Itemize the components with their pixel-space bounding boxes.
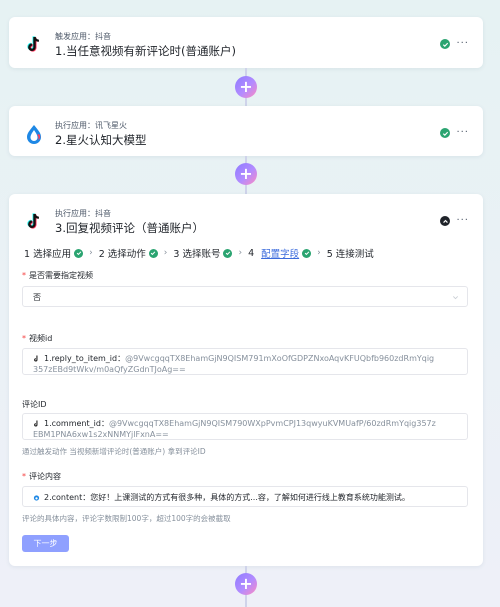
- chevron-right-icon: ›: [317, 248, 321, 258]
- specify-video-select[interactable]: 否: [22, 286, 468, 307]
- tab-label: 1 选择应用: [24, 249, 72, 260]
- success-check-icon: [223, 248, 233, 258]
- comment-content-input[interactable]: 2.content：您好！上课测试的方式有很多种，具体的方式...容，了解如何进…: [22, 486, 468, 507]
- success-check-icon: [440, 39, 451, 49]
- required-mark: *: [22, 334, 26, 343]
- tab-select-account[interactable]: 3 选择账号: [173, 246, 233, 260]
- tab-connection-test[interactable]: 5 连接测试: [327, 246, 374, 260]
- step-header: 执行应用：讯飞星火 2.星火认知大模型: [23, 120, 146, 148]
- tiktok-small-icon: [34, 355, 38, 362]
- tab-label: 2 选择动作: [98, 249, 146, 260]
- chevron-down-icon: [453, 296, 458, 300]
- next-step-button[interactable]: 下一步: [22, 535, 69, 552]
- select-value: 否: [33, 293, 41, 302]
- tab-label: 5 连接测试: [326, 249, 374, 260]
- field-label: * 视频id: [22, 334, 53, 343]
- field-label: * 评论内容: [22, 472, 61, 481]
- more-icon[interactable]: ···: [456, 39, 469, 49]
- success-check-icon: [74, 248, 84, 258]
- comment-id-input[interactable]: 1.comment_id：@9VwcgqqTX8EhamGjN9QISM790W…: [22, 413, 468, 440]
- chevron-right-icon: ›: [163, 248, 168, 258]
- variable-value: 您好！上课测试的方式有很多种，具体的方式...容，了解如何进行线上教育系统功能测…: [90, 493, 410, 502]
- step-header: 执行应用：抖音 3.回复视频评论（普通账户）: [23, 208, 204, 236]
- chevron-right-icon: ›: [89, 248, 93, 258]
- config-steps-nav: 1 选择应用 › 2 选择动作 › 3 选择账号 › 4 配置字段 › 5 连接…: [24, 246, 374, 261]
- step-title: 2.星火认知大模型: [55, 133, 147, 147]
- variable-name: 1.reply_to_item_id: [44, 354, 118, 363]
- success-check-icon: [440, 128, 451, 138]
- step-card-2[interactable]: 执行应用：讯飞星火 2.星火认知大模型 ···: [9, 106, 483, 156]
- spark-logo-icon: [23, 123, 45, 145]
- spark-small-icon: [33, 495, 40, 501]
- step-header: 触发应用：抖音 1.当任意视频有新评论时(普通账户): [23, 31, 236, 59]
- step-title: 1.当任意视频有新评论时(普通账户): [55, 44, 236, 58]
- tab-configure-fields[interactable]: 4 配置字段: [248, 246, 312, 260]
- step-title: 3.回复视频评论（普通账户）: [55, 221, 204, 235]
- tiktok-logo-icon: [23, 211, 45, 233]
- more-icon[interactable]: ···: [456, 216, 469, 226]
- comment-content-hint: 评论的具体内容，评论字数限制100字，超过100字的会被截取: [22, 514, 231, 523]
- step-app-label: 执行应用：抖音: [55, 209, 111, 218]
- step-app-label: 执行应用：讯飞星火: [55, 121, 127, 130]
- collapse-icon[interactable]: [440, 216, 451, 226]
- required-mark: *: [22, 472, 26, 481]
- add-step-button[interactable]: +: [235, 163, 257, 185]
- more-icon[interactable]: ···: [456, 128, 469, 138]
- tab-number: 4: [248, 247, 255, 259]
- add-step-button[interactable]: +: [235, 573, 257, 595]
- tab-select-action[interactable]: 2 选择动作: [99, 246, 158, 260]
- tab-label: 配置字段: [261, 249, 300, 260]
- tab-label: 3 选择账号: [173, 249, 221, 260]
- add-step-button[interactable]: +: [235, 76, 257, 98]
- step-card-1[interactable]: 触发应用：抖音 1.当任意视频有新评论时(普通账户) ···: [9, 17, 483, 68]
- tab-select-app[interactable]: 1 选择应用: [24, 246, 84, 260]
- field-label: * 是否需要指定视频: [22, 271, 93, 280]
- field-label: 评论ID: [22, 400, 47, 409]
- required-mark: *: [22, 271, 26, 280]
- success-check-icon: [302, 248, 312, 258]
- chevron-right-icon: ›: [238, 248, 243, 258]
- tiktok-logo-icon: [23, 34, 45, 56]
- variable-name: 1.comment_id: [44, 419, 101, 428]
- variable-name: 2.content: [44, 493, 83, 502]
- tiktok-small-icon: [34, 420, 38, 427]
- comment-id-hint: 通过触发动作 当视频新增评论时(普通账户) 拿到评论ID: [22, 447, 206, 456]
- video-id-input[interactable]: 1.reply_to_item_id：@9VwcgqqTX8EhamGjN9QI…: [22, 348, 468, 375]
- step-app-label: 触发应用：抖音: [55, 32, 111, 41]
- success-check-icon: [148, 248, 158, 258]
